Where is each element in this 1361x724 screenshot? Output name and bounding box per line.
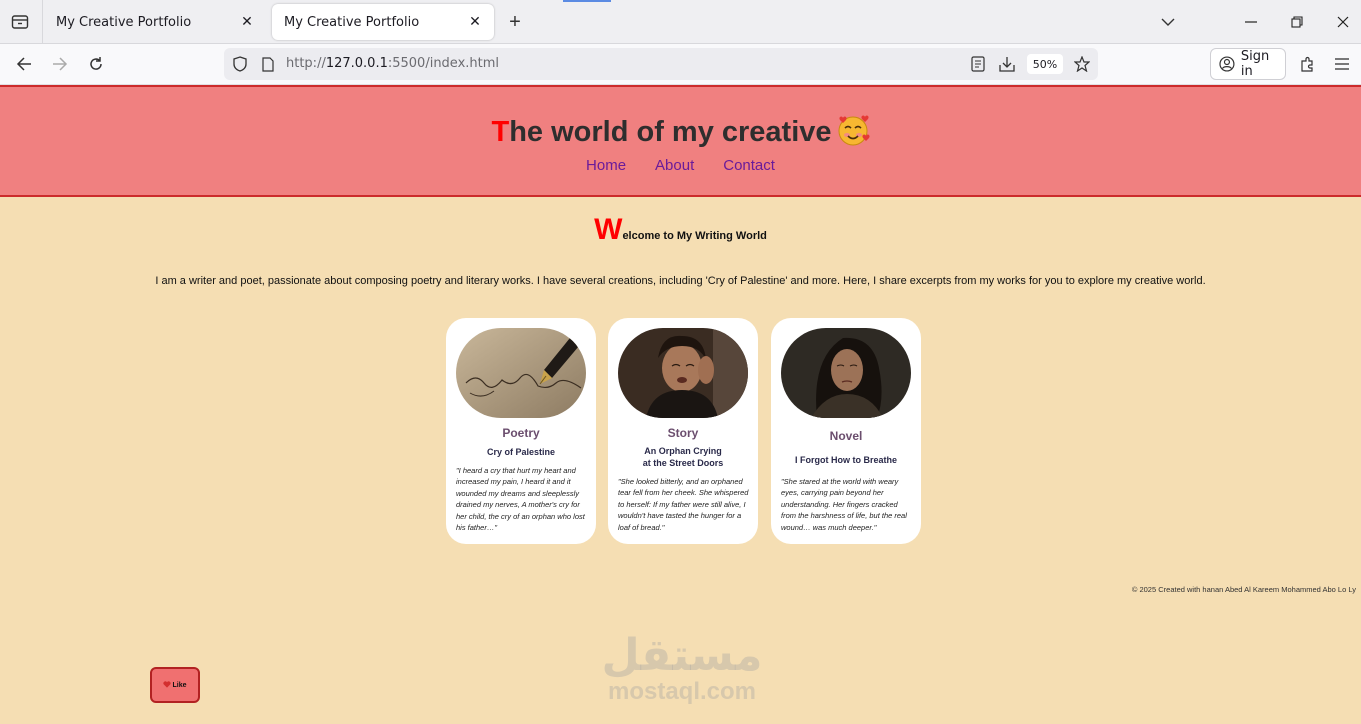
watermark-arabic: مستقل [601, 630, 763, 681]
heart-icon [163, 680, 172, 690]
card-title: I Forgot How to Breathe [795, 455, 897, 465]
watermark-latin: mostaql.com [607, 678, 757, 705]
card-category: Story [667, 426, 699, 440]
menu-icon[interactable] [1330, 52, 1354, 76]
tab-active[interactable]: My Creative Portfolio ✕ [272, 4, 494, 40]
card-title-line2: at the Street Doors [642, 458, 724, 468]
sign-in-button[interactable]: Sign in [1210, 48, 1286, 80]
smiling-face-with-hearts-icon [836, 113, 870, 147]
loading-indicator [563, 0, 611, 2]
card-category: Novel [829, 429, 863, 443]
work-card-story[interactable]: Story An Orphan Crying at the Street Doo… [608, 318, 758, 544]
pen-writing-image [456, 328, 586, 418]
card-excerpt: "I heard a cry that hurt my heart and in… [456, 466, 585, 533]
intro-paragraph: I am a writer and poet, passionate about… [155, 275, 1206, 287]
back-arrow-icon[interactable] [12, 52, 36, 76]
window-close-icon[interactable] [1331, 10, 1355, 34]
nav-link-about[interactable]: About [655, 157, 694, 174]
work-card-poetry[interactable]: Poetry Cry of Palestine "I heard a cry t… [446, 318, 596, 544]
title-first-letter: T [491, 116, 510, 148]
reload-icon[interactable] [84, 52, 108, 76]
welcome-heading: Welcome to My Writing World [0, 213, 1361, 247]
card-category: Poetry [502, 426, 540, 440]
account-icon [1219, 56, 1235, 72]
tab-title: My Creative Portfolio [56, 14, 192, 30]
browser-toolbar: http://127.0.0.1:5500/index.html 50% Sig… [0, 44, 1361, 85]
sad-woman-image [781, 328, 911, 418]
download-icon[interactable] [995, 52, 1019, 76]
new-tab-icon[interactable]: + [503, 10, 527, 34]
site-header: The world of my creative Home About Cont… [0, 85, 1361, 197]
url-text[interactable]: http://127.0.0.1:5500/index.html [286, 56, 499, 71]
welcome-text: elcome to My Writing World [622, 230, 767, 242]
site-nav: Home About Contact [0, 157, 1361, 174]
zoom-level[interactable]: 50% [1027, 54, 1063, 74]
url-prefix: http:// [286, 56, 326, 71]
card-title: Cry of Palestine [486, 447, 556, 457]
tab-inactive[interactable]: My Creative Portfolio ✕ [44, 4, 266, 40]
crying-child-image [618, 328, 748, 418]
title-text: he world of my creative [509, 116, 832, 148]
minimize-icon[interactable] [1239, 10, 1263, 34]
nav-link-home[interactable]: Home [586, 157, 626, 174]
close-icon[interactable]: ✕ [466, 13, 484, 31]
page-icon[interactable] [256, 52, 280, 76]
card-title-line1: An Orphan Crying [644, 446, 722, 456]
page-content: The world of my creative Home About Cont… [0, 85, 1361, 724]
welcome-first-letter: W [594, 213, 623, 246]
tab-list-icon[interactable] [8, 10, 32, 34]
url-bar[interactable]: http://127.0.0.1:5500/index.html 50% [224, 48, 1098, 80]
site-title: The world of my creative [0, 113, 1361, 149]
like-label: Like [172, 681, 187, 689]
close-icon[interactable]: ✕ [238, 13, 256, 31]
card-excerpt: "She looked bitterly, and an orphaned te… [618, 477, 749, 532]
card-excerpt: "She stared at the world with weary eyes… [781, 477, 907, 532]
star-icon[interactable] [1070, 52, 1094, 76]
chevron-down-icon[interactable] [1156, 10, 1180, 34]
like-button[interactable]: Like [150, 667, 200, 703]
tab-title: My Creative Portfolio [284, 14, 420, 30]
url-host: 127.0.0.1 [325, 56, 388, 71]
tab-separator [42, 0, 43, 44]
restore-icon[interactable] [1285, 10, 1309, 34]
reader-view-icon[interactable] [966, 52, 990, 76]
nav-link-contact[interactable]: Contact [723, 157, 775, 174]
browser-tab-bar: My Creative Portfolio ✕ My Creative Port… [0, 0, 1361, 44]
footer-copyright: © 2025 Created with hanan Abed Al Kareem… [1131, 585, 1356, 594]
shield-icon[interactable] [228, 52, 252, 76]
sign-in-label: Sign in [1240, 49, 1270, 79]
work-card-novel[interactable]: Novel I Forgot How to Breathe "She stare… [771, 318, 921, 544]
url-path: :5500/index.html [387, 56, 500, 71]
extensions-icon[interactable] [1295, 52, 1319, 76]
forward-arrow-icon[interactable] [48, 52, 72, 76]
watermark: مستقل mostaql.com [597, 633, 767, 705]
